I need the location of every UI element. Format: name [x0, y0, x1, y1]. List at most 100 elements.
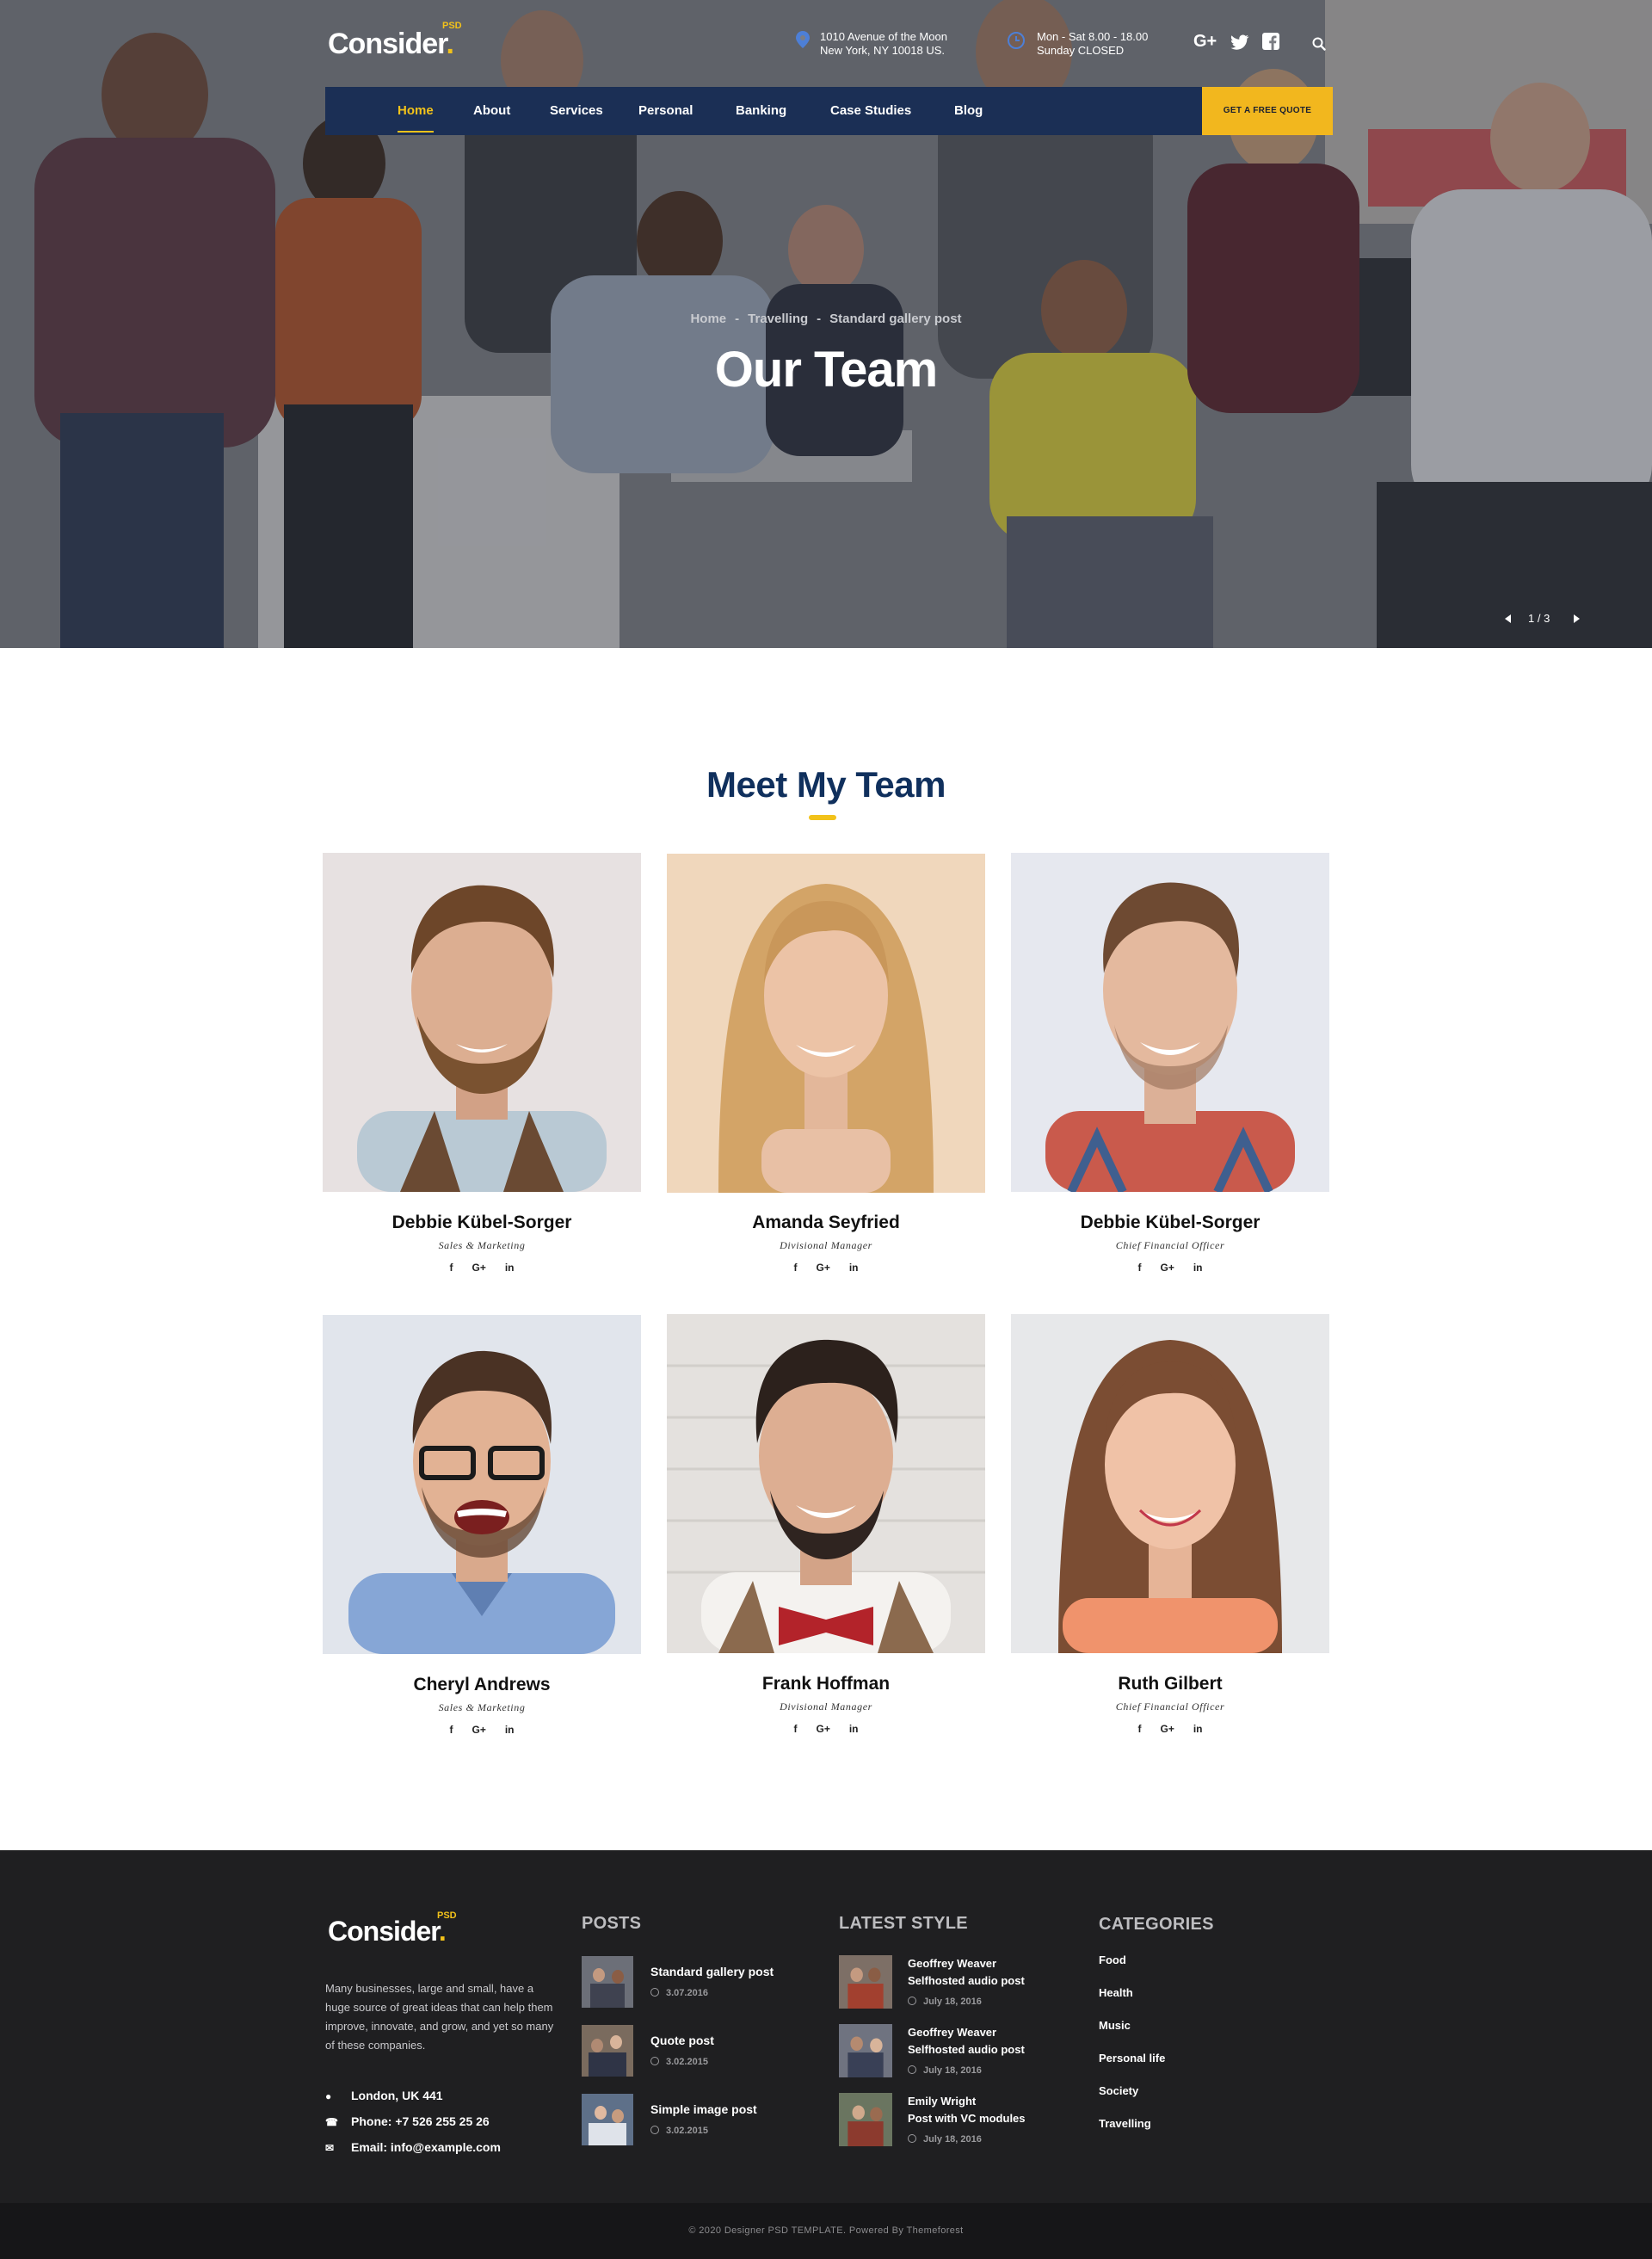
latest-post-item[interactable]: Emily Wright Post with VC modules July 1…	[839, 2093, 1054, 2148]
linkedin-icon[interactable]: in	[505, 1262, 515, 1274]
team-card: Debbie Kübel-Sorger Chief Financial Offi…	[1011, 853, 1329, 1292]
logo-text: Consider	[328, 1916, 440, 1947]
post-item[interactable]: Quote post 3.02.2015	[582, 2025, 788, 2077]
latest-post-item[interactable]: Geoffrey Weaver Selfhosted audio post Ju…	[839, 2024, 1054, 2079]
linkedin-icon[interactable]: in	[1193, 1723, 1203, 1735]
linkedin-icon[interactable]: in	[505, 1724, 515, 1736]
header-logo[interactable]: Consider. PSD	[328, 21, 462, 61]
team-card: Ruth Gilbert Chief Financial Officer f G+…	[1011, 1314, 1329, 1753]
facebook-icon[interactable]	[1262, 33, 1279, 50]
google-plus-icon[interactable]: G+	[1160, 1723, 1174, 1735]
member-photo	[1011, 1314, 1329, 1653]
category-link-music[interactable]: Music	[1099, 2019, 1131, 2032]
member-role: Chief Financial Officer	[1115, 1239, 1225, 1251]
post-date-text: July 18, 2016	[923, 2065, 982, 2076]
post-thumbnail	[582, 2094, 633, 2145]
email-text: Email: info@example.com	[351, 2140, 501, 2154]
google-plus-icon[interactable]: G+	[1193, 32, 1217, 52]
google-plus-icon[interactable]: G+	[472, 1724, 485, 1736]
member-name: Cheryl Andrews	[413, 1675, 551, 1694]
logo-text: Consider	[328, 28, 447, 60]
category-link-health[interactable]: Health	[1099, 1986, 1133, 1999]
breadcrumb-current: Standard gallery post	[829, 312, 962, 326]
nav-banking[interactable]: Banking	[736, 87, 786, 135]
member-role: Chief Financial Officer	[1115, 1700, 1225, 1713]
post-title: Standard gallery post	[650, 1965, 774, 1978]
nav-home-label: Home	[398, 103, 434, 118]
member-role: Sales & Marketing	[438, 1239, 526, 1251]
google-plus-icon[interactable]: G+	[1160, 1262, 1174, 1274]
nav-home[interactable]: Home	[398, 87, 434, 135]
nav-services[interactable]: Services	[550, 87, 603, 135]
member-social: f G+ in	[667, 1723, 985, 1735]
get-quote-button[interactable]: GET A FREE QUOTE	[1202, 87, 1333, 135]
category-link-food[interactable]: Food	[1099, 1953, 1126, 1966]
member-social: f G+ in	[323, 1262, 641, 1274]
team-section-title: Meet My Team	[706, 764, 946, 805]
latest-post-item[interactable]: Geoffrey Weaver Selfhosted audio post Ju…	[839, 1955, 1054, 2010]
member-role: Divisional Manager	[780, 1239, 872, 1251]
facebook-icon[interactable]: f	[793, 1723, 797, 1735]
copyright-text: © 2020 Designer PSD TEMPLATE. Powered By…	[688, 2225, 964, 2236]
team-card: Frank Hoffman Divisional Manager f G+ in	[667, 1314, 985, 1753]
slider-prev-icon[interactable]	[1505, 614, 1512, 623]
clock-icon	[650, 2057, 659, 2065]
footer-email[interactable]: ✉ Email: info@example.com	[325, 2140, 501, 2154]
nav-active-underline	[398, 131, 434, 133]
clock-icon	[908, 1997, 916, 2005]
google-plus-icon[interactable]: G+	[816, 1723, 829, 1735]
post-date: 3.02.2015	[650, 2057, 708, 2067]
phone-text: Phone: +7 526 255 25 26	[351, 2114, 490, 2128]
post-item[interactable]: Simple image post 3.02.2015	[582, 2094, 788, 2145]
member-name: Amanda Seyfried	[752, 1213, 900, 1232]
footer-logo[interactable]: Consider. PSD	[328, 1910, 457, 1947]
main-navbar: Home About Services Personal Banking Cas…	[325, 87, 1333, 135]
twitter-icon[interactable]	[1230, 34, 1249, 50]
search-icon[interactable]	[1312, 37, 1326, 51]
nav-about[interactable]: About	[473, 87, 510, 135]
facebook-icon[interactable]: f	[449, 1724, 453, 1736]
phone-icon: ☎	[325, 2116, 338, 2128]
google-plus-icon[interactable]: G+	[472, 1262, 485, 1274]
facebook-icon[interactable]: f	[793, 1262, 797, 1274]
linkedin-icon[interactable]: in	[849, 1723, 859, 1735]
post-title: Selfhosted audio post	[908, 1974, 1025, 1987]
post-thumbnail	[839, 2024, 892, 2077]
facebook-icon[interactable]: f	[1137, 1262, 1141, 1274]
clock-icon	[908, 2065, 916, 2074]
nav-blog[interactable]: Blog	[954, 87, 983, 135]
google-plus-icon[interactable]: G+	[816, 1262, 829, 1274]
clock-icon	[650, 2126, 659, 2134]
breadcrumb-home[interactable]: Home	[690, 312, 726, 326]
post-thumbnail	[839, 1955, 892, 2009]
address-line2: New York, NY 10018 US.	[820, 44, 946, 57]
member-photo	[323, 1315, 641, 1654]
post-date-text: 3.02.2015	[666, 2126, 708, 2136]
slider-next-icon[interactable]	[1573, 614, 1580, 623]
facebook-icon[interactable]: f	[1137, 1723, 1141, 1735]
location-pin-icon	[796, 31, 810, 48]
facebook-icon[interactable]: f	[449, 1262, 453, 1274]
post-date: July 18, 2016	[908, 1997, 982, 2007]
member-name: Debbie Kübel-Sorger	[1080, 1213, 1261, 1232]
post-item[interactable]: Standard gallery post 3.07.2016	[582, 1956, 788, 2008]
hours-line2: Sunday CLOSED	[1037, 44, 1125, 57]
breadcrumb-travelling[interactable]: Travelling	[748, 312, 808, 326]
category-link-travelling[interactable]: Travelling	[1099, 2117, 1151, 2130]
breadcrumb: Home - Travelling - Standard gallery post	[0, 312, 1652, 326]
member-role: Sales & Marketing	[438, 1701, 526, 1713]
site-footer	[0, 1850, 1652, 2203]
member-name: Ruth Gilbert	[1118, 1674, 1223, 1694]
footer-location: ● London, UK 441	[325, 2089, 443, 2102]
nav-case-studies[interactable]: Case Studies	[830, 87, 911, 135]
post-author: Emily Wright	[908, 2095, 977, 2108]
footer-about-text: Many businesses, large and small, have a…	[325, 1982, 554, 2052]
member-social: f G+ in	[323, 1724, 641, 1736]
team-card: Amanda Seyfried Divisional Manager f G+ in	[667, 854, 985, 1293]
nav-personal[interactable]: Personal	[638, 87, 693, 135]
team-card: Debbie Kübel-Sorger Sales & Marketing f G…	[323, 853, 641, 1292]
category-link-society[interactable]: Society	[1099, 2084, 1138, 2097]
linkedin-icon[interactable]: in	[849, 1262, 859, 1274]
linkedin-icon[interactable]: in	[1193, 1262, 1203, 1274]
category-link-personal-life[interactable]: Personal life	[1099, 2052, 1165, 2065]
